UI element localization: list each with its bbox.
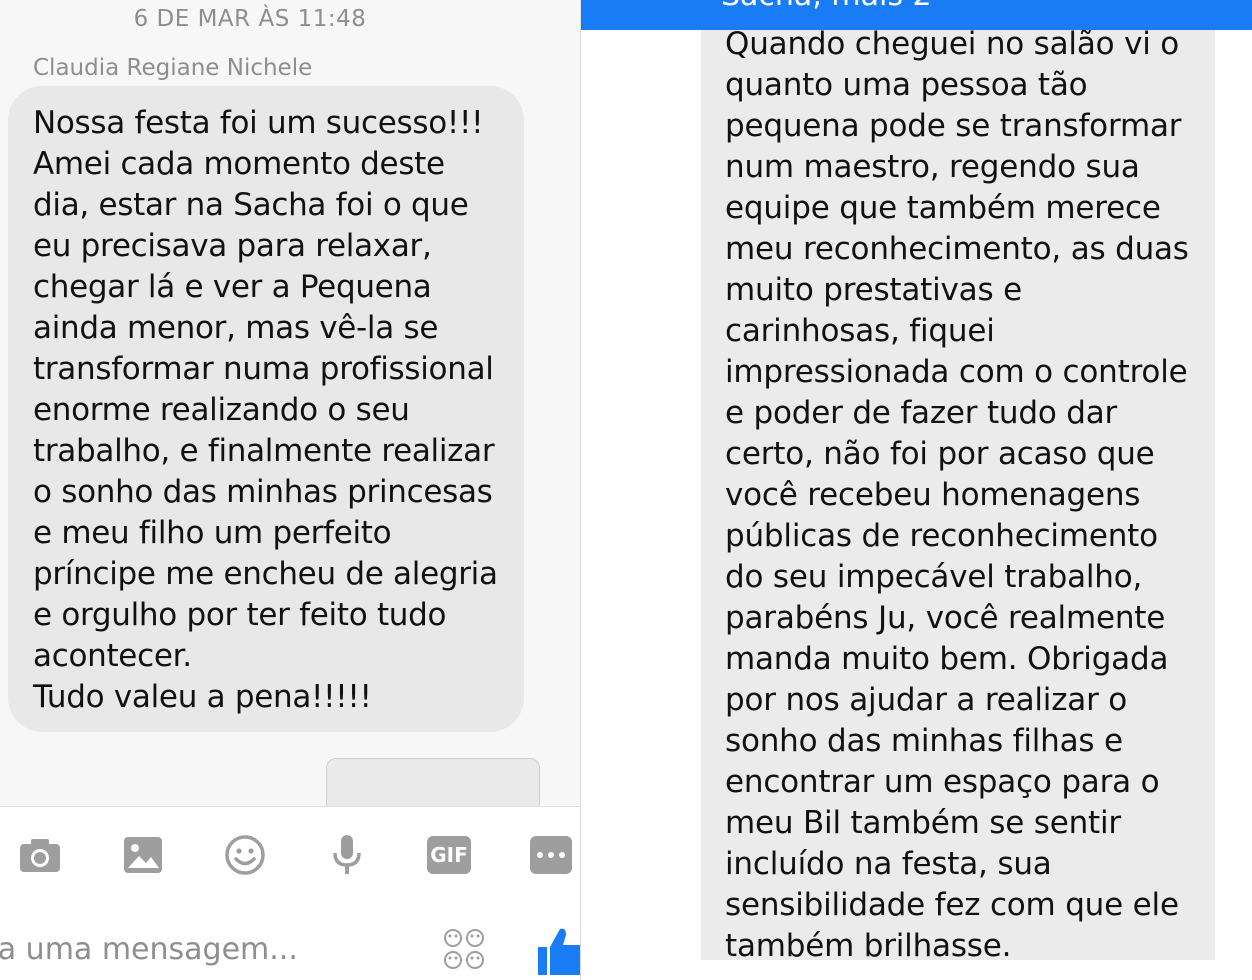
image-icon (124, 837, 162, 873)
camera-icon (20, 839, 60, 872)
sender-name: Claudia Regiane Nichele (33, 55, 313, 81)
message-bubble: Quando cheguei no salão vi o quanto uma … (701, 30, 1215, 960)
left-chat-panel: 6 DE MAR ÀS 11:48 Claudia Regiane Nichel… (0, 0, 580, 980)
message-bubble: Nossa festa foi um sucesso!!! Amei cada … (8, 86, 524, 732)
like-icon (538, 928, 580, 975)
chat-header: Sacha, mais 2 (581, 0, 1252, 30)
emoji-button[interactable] (223, 833, 267, 877)
gif-button[interactable]: GIF (427, 833, 471, 877)
sticker-icon (444, 929, 484, 969)
emoji-icon (225, 835, 265, 875)
gif-icon: GIF (427, 836, 471, 874)
message-timestamp: 6 DE MAR ÀS 11:48 (133, 6, 367, 32)
like-button[interactable] (536, 925, 580, 977)
message-text: Quando cheguei no salão vi o quanto uma … (725, 30, 1189, 960)
message-input[interactable]: va uma mensagem... (0, 932, 400, 967)
message-composer: GIF va uma mensagem... (0, 806, 580, 980)
voice-button[interactable] (325, 833, 369, 877)
more-icon (530, 836, 572, 874)
sticker-button[interactable] (442, 927, 486, 971)
gallery-button[interactable] (121, 833, 165, 877)
chat-title: Sacha, mais 2 (721, 0, 932, 13)
microphone-icon (333, 835, 361, 874)
camera-button[interactable] (18, 833, 62, 877)
message-text: Nossa festa foi um sucesso!!! Amei cada … (33, 105, 498, 715)
more-options-button[interactable] (529, 833, 573, 877)
right-chat-panel: Sacha, mais 2 Quando cheguei no salão vi… (581, 0, 1252, 980)
